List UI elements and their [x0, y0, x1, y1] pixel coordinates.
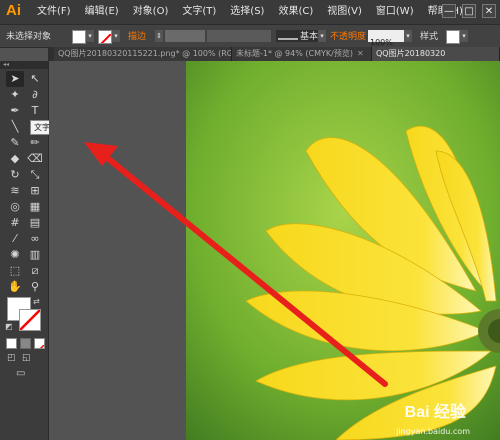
red-arrow-annotation: [84, 142, 388, 387]
